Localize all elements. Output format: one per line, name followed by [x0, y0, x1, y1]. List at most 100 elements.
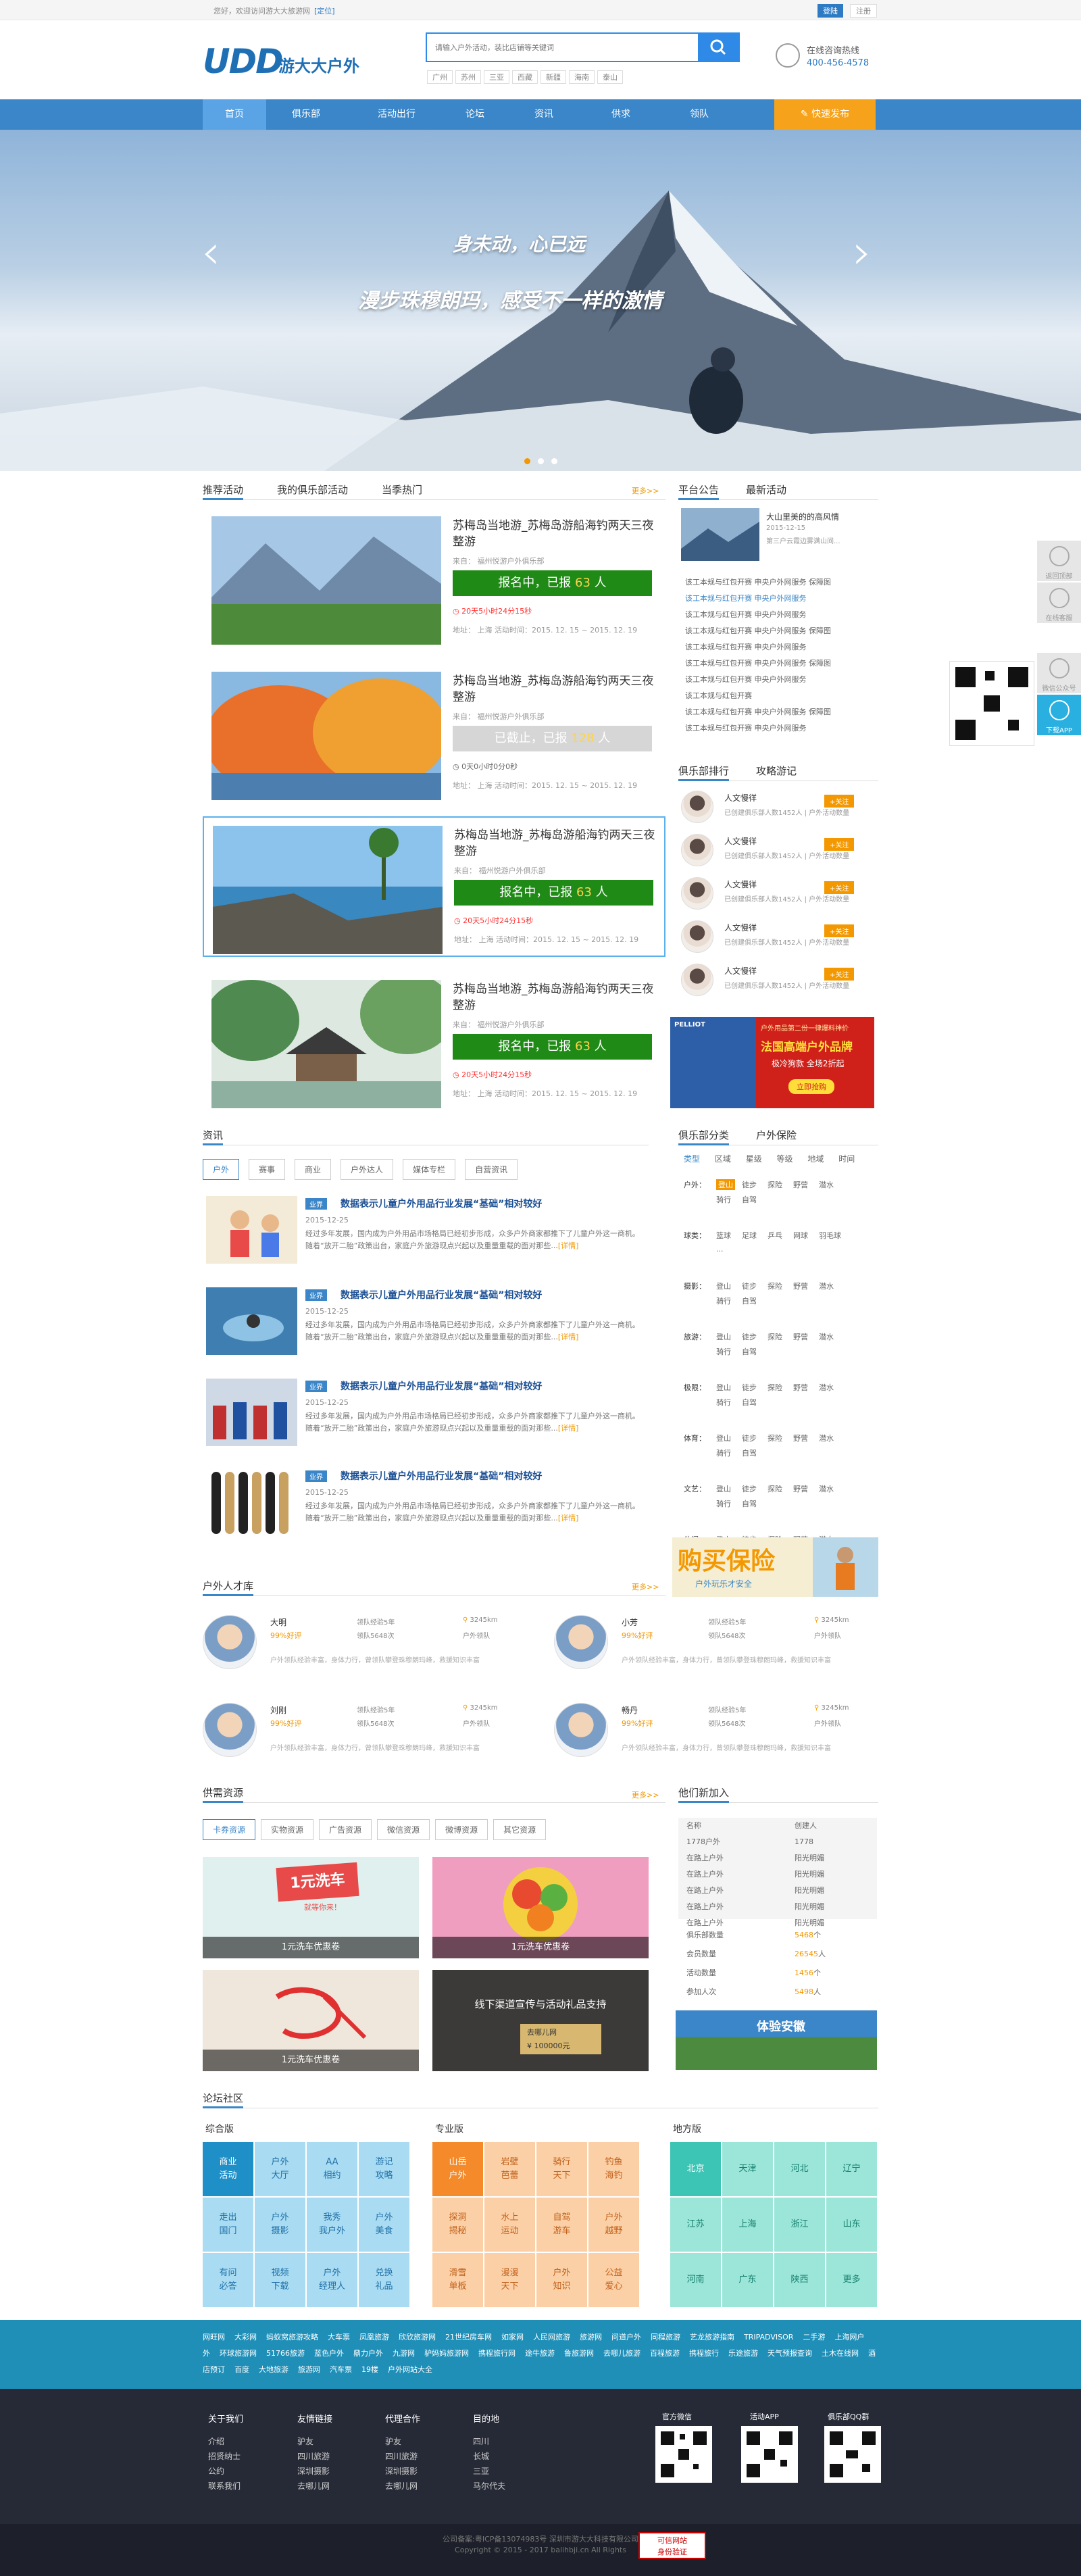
news-detail-link[interactable]: [详情]	[558, 1241, 579, 1250]
category-item[interactable]: 登山	[716, 1281, 731, 1291]
category-item[interactable]: 骑行	[716, 1447, 731, 1458]
site-logo[interactable]: UDD 游大大户外	[203, 42, 365, 82]
friend-link[interactable]: 土木在线网	[822, 2349, 859, 2358]
joined-row[interactable]: 在路上户外 阳光明媚	[686, 1899, 869, 1915]
forum-board-cell[interactable]: 辽宁	[826, 2142, 877, 2196]
notice-item[interactable]: 该工本规与红包开赛 申央户外网服务 保障图	[685, 574, 874, 591]
register-button[interactable]: 注册	[850, 4, 877, 18]
notice-item[interactable]: 该工本规与红包开赛 申央户外网服务 保障图	[685, 704, 874, 720]
friend-link[interactable]: 蓝色户外	[314, 2349, 344, 2358]
category-item[interactable]: 潜水	[819, 1483, 834, 1494]
news-detail-link[interactable]: [详情]	[558, 1424, 579, 1433]
category-item[interactable]: ...	[716, 1245, 724, 1254]
nav-forum[interactable]: 论坛	[443, 99, 507, 130]
news-headline[interactable]: 数据表示儿童户外用品行业发展“基础”相对较好	[341, 1379, 542, 1393]
footer-link[interactable]: 四川旅游	[297, 2449, 332, 2464]
category-item[interactable]: 骑行	[716, 1194, 731, 1205]
forum-board-cell[interactable]: 河北	[774, 2142, 825, 2196]
friend-link[interactable]: 鲁旅游网	[564, 2349, 594, 2358]
category-item[interactable]: 自驾	[742, 1397, 757, 1408]
forum-board-cell[interactable]: 广东	[722, 2253, 773, 2307]
category-item[interactable]: 自驾	[742, 1194, 757, 1205]
news-tab[interactable]: 自营资讯	[465, 1159, 518, 1180]
activities-more-link[interactable]: 更多>>	[632, 485, 659, 496]
notice-top-title[interactable]: 大山里美的的高风情	[766, 511, 839, 522]
friend-link[interactable]: 途牛旅游	[525, 2349, 555, 2358]
friend-link[interactable]: 同程旅游	[651, 2333, 680, 2342]
footer-link[interactable]: 三亚	[473, 2464, 505, 2479]
category-item[interactable]: 探险	[768, 1179, 782, 1190]
club-rank-item[interactable]: 人文慢徉 已创建俱乐部人数1452人 | 户外活动数量 +关注	[681, 960, 877, 1000]
hot-keyword[interactable]: 苏州	[455, 70, 481, 84]
category-item[interactable]: 登山	[716, 1433, 731, 1443]
friend-link[interactable]: 汽车票	[330, 2365, 352, 2374]
category-item[interactable]: 潜水	[819, 1281, 834, 1291]
forum-board-cell[interactable]: 户外 大厅	[255, 2142, 305, 2196]
anhui-ad-banner[interactable]: 体验安徽	[676, 2010, 877, 2070]
friend-link[interactable]: 鼎力户外	[353, 2349, 383, 2358]
forum-board-cell[interactable]: 视频 下载	[255, 2253, 305, 2307]
friend-link[interactable]: 欣欣旅游网	[399, 2333, 436, 2342]
category-item[interactable]: 骑行	[716, 1397, 731, 1408]
news-item[interactable]: 业界 数据表示儿童户外用品行业发展“基础”相对较好 2015-12-25 经过多年发展…	[203, 1465, 649, 1539]
category-item[interactable]: 乒乓	[768, 1230, 782, 1241]
category-item[interactable]: 徒步	[742, 1433, 757, 1443]
category-item[interactable]: 探险	[768, 1382, 782, 1393]
forum-board-cell[interactable]: 更多	[826, 2253, 877, 2307]
forum-board-cell[interactable]: 户外 摄影	[255, 2198, 305, 2252]
forum-board-cell[interactable]: 水上 运动	[484, 2198, 535, 2252]
friend-link[interactable]: 艺龙旅游指南	[690, 2333, 734, 2342]
follow-button[interactable]: +关注	[824, 838, 855, 851]
friend-link[interactable]: 如家网	[501, 2333, 524, 2342]
follow-button[interactable]: +关注	[824, 881, 855, 894]
login-button[interactable]: 登陆	[818, 4, 843, 18]
friend-link[interactable]: 天气预报查询	[768, 2349, 812, 2358]
friend-link[interactable]: 大地旅游	[259, 2365, 288, 2374]
ad-buy-button[interactable]: 立即抢购	[788, 1079, 834, 1094]
forum-board-cell[interactable]: 陕西	[774, 2253, 825, 2307]
talent-card[interactable]: 大明 99%好评 领队经验5年 领队5648次 ⚲ 3245km 户外领队 户外领队经验丰富…	[203, 1608, 527, 1683]
filter-type[interactable]: 类型	[684, 1154, 700, 1164]
back-to-top-button[interactable]: 返回顶部	[1037, 541, 1081, 581]
search-input[interactable]	[427, 34, 697, 61]
category-item[interactable]: 徒步	[742, 1179, 757, 1190]
category-item[interactable]: 野营	[793, 1331, 808, 1342]
friend-link[interactable]: 蚂蚁窝旅游攻略	[266, 2333, 318, 2342]
activity-card[interactable]: 苏梅岛当地游_苏梅岛游船海钓两天三夜整游 来自： 福州悦游户外俱乐部 报名中，已…	[203, 972, 665, 1112]
category-item[interactable]: 徒步	[742, 1331, 757, 1342]
friend-link[interactable]: 携程旅行	[689, 2349, 719, 2358]
friend-link[interactable]: 凤凰旅游	[359, 2333, 389, 2342]
friend-link[interactable]: 乐途旅游	[728, 2349, 758, 2358]
banner-dot[interactable]	[551, 458, 557, 464]
news-tab[interactable]: 媒体专栏	[403, 1159, 456, 1180]
category-item[interactable]: 探险	[768, 1483, 782, 1494]
category-item[interactable]: 自驾	[742, 1295, 757, 1306]
category-item[interactable]: 登山	[716, 1331, 731, 1342]
category-item[interactable]: 潜水	[819, 1331, 834, 1342]
footer-link[interactable]: 深圳摄影	[385, 2464, 420, 2479]
forum-board-cell[interactable]: 河南	[670, 2253, 721, 2307]
wechat-button[interactable]: 微信公众号	[1037, 653, 1081, 693]
filter-level[interactable]: 等级	[777, 1154, 793, 1164]
category-item[interactable]: 骑行	[716, 1295, 731, 1306]
category-item[interactable]: 潜水	[819, 1433, 834, 1443]
friend-link[interactable]: 19楼	[361, 2365, 378, 2374]
tab-insurance[interactable]: 户外保险	[756, 1125, 797, 1145]
activity-title[interactable]: 苏梅岛当地游_苏梅岛游船海钓两天三夜整游	[454, 827, 657, 860]
friend-link[interactable]: 二手游	[803, 2333, 825, 2342]
forum-board-cell[interactable]: 北京	[670, 2142, 721, 2196]
joined-row[interactable]: 在路上户外 阳光明媚	[686, 1883, 869, 1899]
activity-title[interactable]: 苏梅岛当地游_苏梅岛游船海钓两天三夜整游	[453, 673, 655, 705]
joined-row[interactable]: 1778户外 1778	[686, 1834, 869, 1850]
hot-keyword[interactable]: 三亚	[484, 70, 509, 84]
category-item[interactable]: 登山	[716, 1483, 731, 1494]
forum-board-cell[interactable]: 我秀 我户外	[307, 2198, 357, 2252]
category-item[interactable]: 野营	[793, 1281, 808, 1291]
download-app-button[interactable]: 下载APP	[1037, 695, 1081, 735]
news-detail-link[interactable]: [详情]	[558, 1333, 579, 1341]
activity-card[interactable]: 苏梅岛当地游_苏梅岛游船海钓两天三夜整游 来自： 福州悦游户外俱乐部 已截止，已…	[203, 664, 665, 804]
activity-card[interactable]: 苏梅岛当地游_苏梅岛游船海钓两天三夜整游 来自： 福州悦游户外俱乐部 报名中，已…	[203, 816, 665, 957]
club-rank-item[interactable]: 人文慢徉 已创建俱乐部人数1452人 | 户外活动数量 +关注	[681, 873, 877, 914]
nav-supply[interactable]: 供求	[589, 99, 653, 130]
forum-board-cell[interactable]: 浙江	[774, 2198, 825, 2252]
